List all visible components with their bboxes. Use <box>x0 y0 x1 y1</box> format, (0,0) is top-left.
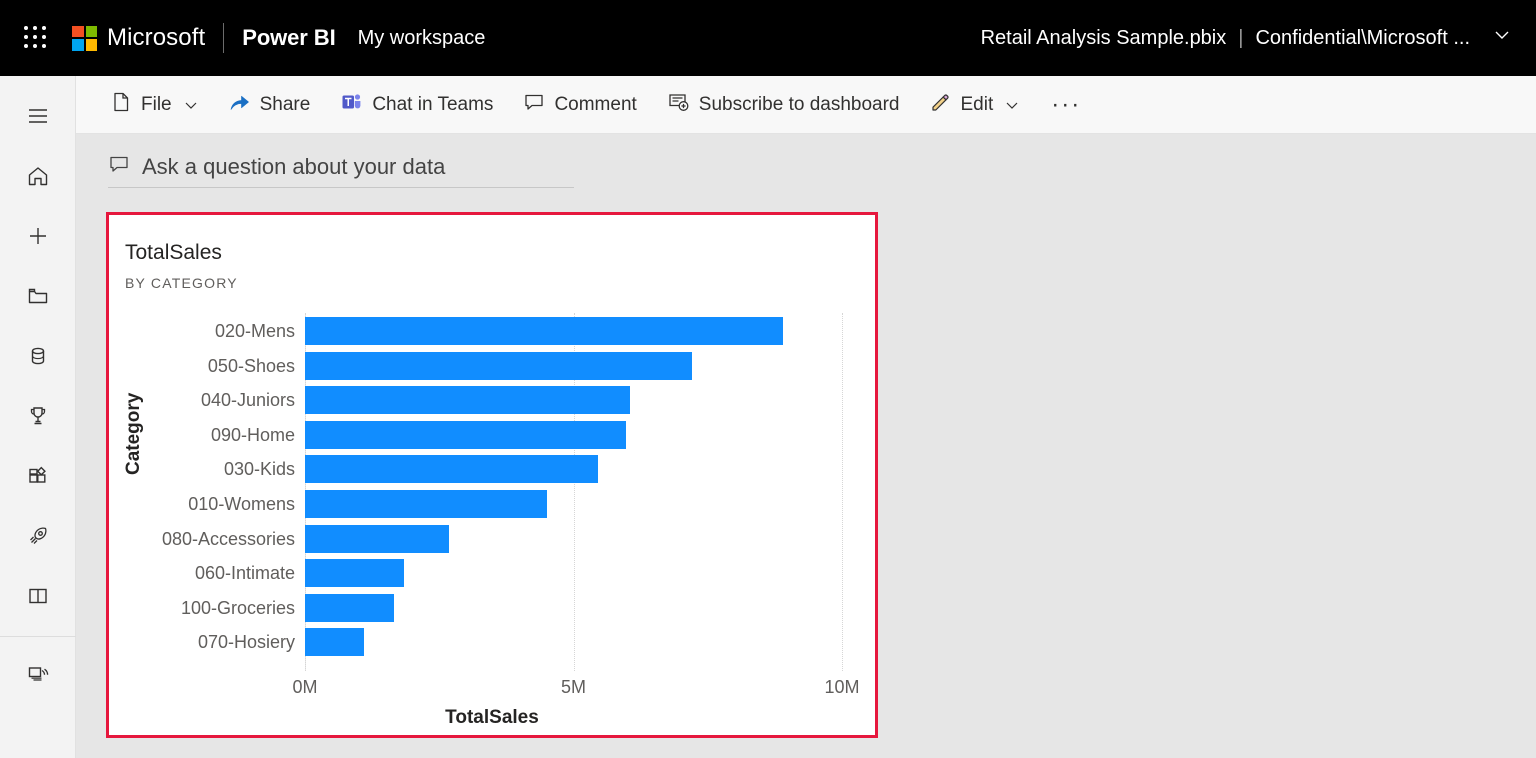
category-label[interactable]: 090-Home <box>211 424 295 446</box>
x-axis-tick-label: 10M <box>824 677 860 697</box>
workspace-name[interactable]: My workspace <box>358 27 486 50</box>
chat-in-teams-label: Chat in Teams <box>372 93 494 115</box>
bar[interactable] <box>305 317 783 345</box>
category-label[interactable]: 020-Mens <box>215 320 295 342</box>
rocket-icon <box>26 524 50 553</box>
bar[interactable] <box>305 351 692 380</box>
share-icon <box>228 91 251 119</box>
qna-bubble-icon <box>108 153 130 180</box>
sidebar-item-workspaces[interactable] <box>0 645 76 705</box>
bar[interactable] <box>305 524 449 553</box>
home-icon <box>26 164 50 193</box>
sidebar-item-apps[interactable] <box>0 448 76 508</box>
category-label[interactable]: 030-Kids <box>224 458 295 480</box>
chevron-down-icon <box>184 98 198 112</box>
sidebar-item-learn[interactable] <box>0 568 76 628</box>
category-label[interactable]: 080-Accessories <box>162 528 295 550</box>
y-axis-title: Category <box>123 392 144 475</box>
file-icon <box>110 91 132 119</box>
trophy-icon <box>26 404 50 433</box>
sidebar-item-navigation-toggle[interactable] <box>0 88 76 148</box>
bar[interactable] <box>305 490 547 518</box>
bar[interactable] <box>305 593 394 622</box>
header-pipe-separator: | <box>1238 26 1244 49</box>
x-axis-title: TotalSales <box>445 707 539 728</box>
book-icon <box>26 584 50 613</box>
chevron-down-icon <box>1005 98 1019 112</box>
comment-icon <box>523 91 545 119</box>
gridline <box>842 313 843 671</box>
bar[interactable] <box>305 420 627 449</box>
x-axis-tick-label: 5M <box>560 677 586 697</box>
file-menu-label: File <box>141 93 172 115</box>
edit-button-label: Edit <box>960 93 994 115</box>
command-bar: File Share Chat in Teams Comment Subscri… <box>76 76 1536 134</box>
report-file-name: Retail Analysis Sample.pbix <box>980 26 1227 49</box>
edit-button[interactable]: Edit <box>919 85 1029 125</box>
category-label[interactable]: 100-Groceries <box>181 597 295 619</box>
header-chevron-down-icon[interactable] <box>1492 25 1512 51</box>
app-launcher-icon[interactable] <box>24 26 48 50</box>
bar[interactable] <box>305 559 404 588</box>
subscribe-button-label: Subscribe to dashboard <box>698 93 900 115</box>
sidebar-item-create[interactable] <box>0 208 76 268</box>
header-divider <box>223 23 225 53</box>
sidebar-item-data-hub[interactable] <box>0 328 76 388</box>
comment-button[interactable]: Comment <box>513 85 646 125</box>
workspaces-icon <box>26 661 50 690</box>
sidebar-item-browse[interactable] <box>0 268 76 328</box>
category-label[interactable]: 050-Shoes <box>208 355 295 377</box>
sidebar-item-metrics[interactable] <box>0 388 76 448</box>
sidebar-item-deployment-pipelines[interactable] <box>0 508 76 568</box>
sensitivity-label[interactable]: Confidential\Microsoft ... <box>1255 27 1470 50</box>
more-options-button[interactable]: ··· <box>1039 85 1093 125</box>
pencil-icon <box>929 91 951 119</box>
app-header: Microsoft Power BI My workspace Retail A… <box>0 0 1536 76</box>
qna-search-bar[interactable]: Ask a question about your data <box>108 146 574 188</box>
x-axis-tick-label: 0M <box>292 677 318 697</box>
share-button[interactable]: Share <box>218 85 321 125</box>
qna-placeholder: Ask a question about your data <box>142 153 446 179</box>
header-right-group: Retail Analysis Sample.pbix | Confidenti… <box>981 0 1512 76</box>
bar[interactable] <box>305 386 630 415</box>
plus-icon <box>26 224 50 253</box>
apps-grid-icon <box>26 464 50 493</box>
subscribe-icon <box>667 91 690 119</box>
category-label[interactable]: 010-Womens <box>188 493 295 515</box>
category-label[interactable]: 040-Juniors <box>201 389 295 411</box>
microsoft-logo-icon <box>72 25 97 51</box>
file-menu[interactable]: File <box>100 85 208 125</box>
share-button-label: Share <box>259 93 311 115</box>
bar[interactable] <box>305 628 365 657</box>
bar[interactable] <box>305 455 598 484</box>
bar-chart-plot-area: Category TotalSales 0M 5M 10M 020-Mens 050-S… <box>109 215 875 735</box>
teams-icon <box>340 91 363 119</box>
rail-divider <box>0 636 76 637</box>
category-label[interactable]: 060-Intimate <box>195 562 295 584</box>
hamburger-icon <box>26 104 50 133</box>
visual-container-totalsales-by-category[interactable]: TotalSales BY CATEGORY Category TotalSal… <box>106 212 878 738</box>
sidebar-item-home[interactable] <box>0 148 76 208</box>
chat-in-teams-button[interactable]: Chat in Teams <box>330 85 503 125</box>
left-navigation-rail <box>0 76 76 758</box>
subscribe-button[interactable]: Subscribe to dashboard <box>657 85 910 125</box>
database-icon <box>26 344 50 373</box>
folder-icon <box>26 284 50 313</box>
category-label[interactable]: 070-Hosiery <box>198 631 295 653</box>
comment-button-label: Comment <box>554 93 637 115</box>
powerbi-home-link[interactable]: Power BI <box>242 25 335 51</box>
microsoft-wordmark: Microsoft <box>107 24 206 51</box>
